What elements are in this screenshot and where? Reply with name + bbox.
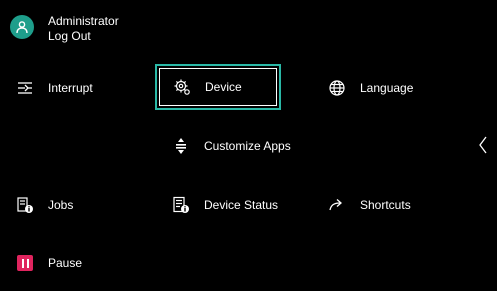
interrupt-label: Interrupt (48, 81, 93, 95)
interrupt-button[interactable]: Interrupt (16, 73, 93, 103)
globe-icon (328, 79, 346, 97)
pause-label: Pause (48, 256, 83, 270)
interrupt-icon (16, 79, 34, 97)
chevron-left-icon[interactable] (476, 134, 490, 156)
language-button[interactable]: Language (328, 73, 413, 103)
device-status-label: Device Status (204, 198, 279, 212)
pause-icon (16, 254, 34, 272)
jobs-button[interactable]: Jobs (16, 190, 73, 220)
gear-icon (173, 78, 191, 96)
device-status-icon (172, 196, 190, 214)
jobs-label: Jobs (48, 198, 74, 212)
shortcuts-label: Shortcuts (360, 198, 411, 212)
user-icon (10, 15, 34, 39)
device-label: Device (205, 80, 242, 94)
logout-link[interactable]: Log Out (48, 29, 119, 44)
customize-apps-label: Customize Apps (204, 139, 291, 153)
user-name: Administrator (48, 14, 119, 28)
device-button[interactable]: Device (155, 64, 281, 110)
customize-apps-button[interactable]: Customize Apps (172, 131, 291, 161)
jobs-icon (16, 196, 34, 214)
pause-button[interactable]: Pause (16, 248, 82, 278)
shortcuts-button[interactable]: Shortcuts (328, 190, 411, 220)
reorder-icon (172, 137, 190, 155)
user-account[interactable]: Administrator Log Out (10, 14, 119, 44)
device-status-button[interactable]: Device Status (172, 190, 278, 220)
share-arrow-icon (328, 196, 346, 214)
language-label: Language (360, 81, 414, 95)
